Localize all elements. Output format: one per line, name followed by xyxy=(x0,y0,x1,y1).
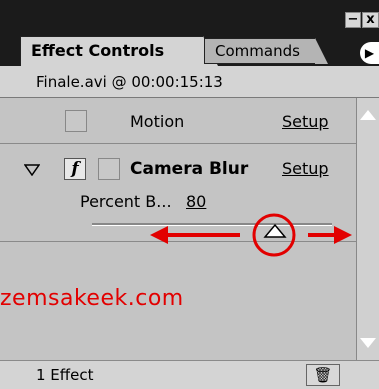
slider-thumb-icon[interactable] xyxy=(263,223,287,239)
scroll-down-icon[interactable] xyxy=(360,338,376,348)
tab-commands[interactable]: Commands xyxy=(204,38,328,64)
keyframe-checkbox[interactable] xyxy=(98,158,120,180)
parameter-value[interactable]: 80 xyxy=(186,192,206,211)
panel-menu-button[interactable]: ▶ xyxy=(360,42,379,64)
clip-label: Finale.avi @ 00:00:15:13 xyxy=(0,66,379,98)
title-bar: − x xyxy=(0,0,379,30)
expand-triangle-icon[interactable] xyxy=(24,164,40,176)
effect-name: Motion xyxy=(130,112,185,131)
tab-bar: Effect Controls Commands xyxy=(0,30,379,66)
effect-toggle-f-icon[interactable]: f xyxy=(64,158,86,180)
delete-effect-button[interactable]: 🗑 xyxy=(306,364,340,386)
effect-count: 1 Effect xyxy=(36,366,94,384)
tab-effect-controls[interactable]: Effect Controls xyxy=(20,36,218,66)
camera-blur-setup-link[interactable]: Setup xyxy=(282,159,329,178)
effect-row-motion: Motion Setup xyxy=(0,98,356,144)
menu-arrow-icon: ▶ xyxy=(364,46,375,60)
effect-enable-checkbox[interactable] xyxy=(65,110,87,132)
slider-annotation xyxy=(150,213,352,257)
trash-icon: 🗑 xyxy=(313,366,333,384)
scroll-up-icon[interactable] xyxy=(360,110,376,120)
minimize-button[interactable]: − xyxy=(345,12,361,28)
effect-controls-window: − x Effect Controls Commands ▶ Finale.av… xyxy=(0,0,379,389)
watermark-text: zemsakeek.com xyxy=(0,286,184,311)
close-button[interactable]: x xyxy=(362,12,379,28)
vertical-scrollbar[interactable] xyxy=(356,98,379,360)
status-bar: 1 Effect 🗑 xyxy=(0,360,379,389)
effect-name: Camera Blur xyxy=(130,159,249,179)
motion-setup-link[interactable]: Setup xyxy=(282,112,329,131)
parameter-label: Percent B... xyxy=(80,192,172,211)
